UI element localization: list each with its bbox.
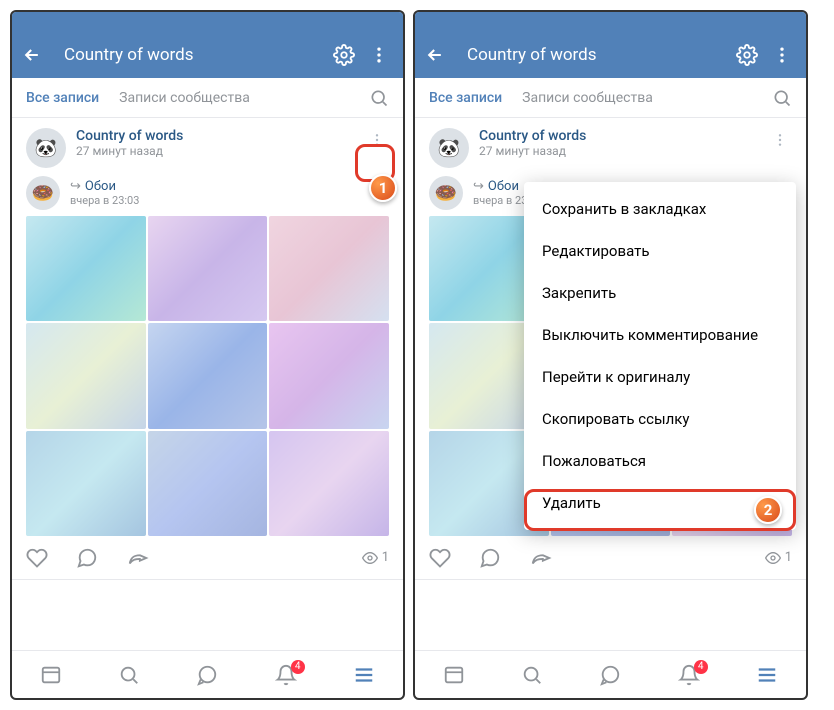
more-vertical-icon[interactable]: [369, 45, 393, 65]
more-vertical-icon[interactable]: [772, 45, 796, 65]
bottom-nav: 4: [12, 650, 403, 698]
status-bar: [415, 12, 806, 32]
phone-screenshot-right: Country of words Все записи Записи сообщ…: [413, 10, 808, 700]
search-icon[interactable]: [369, 88, 389, 108]
views-count: 1: [362, 550, 389, 566]
post-actions: 1: [12, 536, 403, 580]
repost-icon: ↪: [70, 179, 81, 194]
post-avatar[interactable]: 🐼: [26, 128, 66, 168]
post-header: 🐼 Country of words 27 минут назад: [429, 128, 792, 168]
views-count: 1: [765, 550, 792, 566]
share-icon[interactable]: [126, 547, 150, 569]
repost-author[interactable]: ↪Обои: [70, 179, 139, 194]
nav-menu-icon[interactable]: [756, 664, 778, 686]
context-menu: Сохранить в закладках Редактировать Закр…: [524, 182, 796, 530]
header-title: Country of words: [64, 45, 321, 65]
menu-pin[interactable]: Закрепить: [524, 272, 796, 314]
tab-community-posts[interactable]: Записи сообщества: [119, 90, 250, 106]
annotation-badge-2: 2: [754, 496, 782, 524]
like-icon[interactable]: [26, 547, 48, 569]
nav-notifications-icon[interactable]: 4: [275, 664, 297, 686]
menu-edit[interactable]: Редактировать: [524, 230, 796, 272]
phone-screenshot-left: Country of words Все записи Записи сообщ…: [10, 10, 405, 700]
repost-avatar[interactable]: 🍩: [429, 176, 463, 210]
like-icon[interactable]: [429, 547, 451, 569]
nav-news-icon[interactable]: [443, 664, 465, 686]
search-icon[interactable]: [772, 88, 792, 108]
nav-search-icon[interactable]: [118, 664, 140, 686]
tabs-bar: Все записи Записи сообщества: [12, 78, 403, 118]
share-icon[interactable]: [529, 547, 553, 569]
menu-disable-comments[interactable]: Выключить комментирование: [524, 314, 796, 356]
notification-badge: 4: [694, 660, 708, 674]
menu-goto-original[interactable]: Перейти к оригиналу: [524, 356, 796, 398]
back-icon[interactable]: [425, 45, 449, 65]
tab-all-posts[interactable]: Все записи: [26, 90, 99, 106]
gear-icon[interactable]: [333, 44, 357, 66]
post-time: 27 минут назад: [479, 144, 768, 158]
app-header: Country of words: [415, 32, 806, 78]
repost-header: 🍩 ↪Обои вчера в 23:03: [26, 176, 389, 210]
notification-badge: 4: [291, 660, 305, 674]
annotation-badge-1: 1: [369, 174, 397, 202]
nav-search-icon[interactable]: [521, 664, 543, 686]
post-actions: 1: [415, 536, 806, 580]
back-icon[interactable]: [22, 45, 46, 65]
bottom-nav: 4: [415, 650, 806, 698]
post-author[interactable]: Country of words: [76, 128, 365, 144]
image-grid[interactable]: [26, 216, 389, 536]
post-time: 27 минут назад: [76, 144, 365, 158]
repost-time: вчера в 23:03: [70, 194, 139, 207]
post-more-icon[interactable]: [768, 128, 792, 152]
nav-messages-icon[interactable]: [599, 664, 621, 686]
tabs-bar: Все записи Записи сообщества: [415, 78, 806, 118]
post-author[interactable]: Country of words: [479, 128, 768, 144]
header-title: Country of words: [467, 45, 724, 65]
nav-menu-icon[interactable]: [353, 664, 375, 686]
comment-icon[interactable]: [479, 547, 501, 569]
comment-icon[interactable]: [76, 547, 98, 569]
post-header: 🐼 Country of words 27 минут назад: [26, 128, 389, 168]
menu-copy-link[interactable]: Скопировать ссылку: [524, 398, 796, 440]
repost-icon: ↪: [473, 179, 484, 194]
status-bar: [12, 12, 403, 32]
nav-messages-icon[interactable]: [196, 664, 218, 686]
tab-all-posts[interactable]: Все записи: [429, 90, 502, 106]
menu-report[interactable]: Пожаловаться: [524, 440, 796, 482]
post: 🐼 Country of words 27 минут назад 🍩 ↪Обо…: [12, 118, 403, 536]
app-header: Country of words: [12, 32, 403, 78]
nav-news-icon[interactable]: [40, 664, 62, 686]
gear-icon[interactable]: [736, 44, 760, 66]
repost-avatar[interactable]: 🍩: [26, 176, 60, 210]
nav-notifications-icon[interactable]: 4: [678, 664, 700, 686]
tab-community-posts[interactable]: Записи сообщества: [522, 90, 653, 106]
menu-save-bookmarks[interactable]: Сохранить в закладках: [524, 188, 796, 230]
post-avatar[interactable]: 🐼: [429, 128, 469, 168]
